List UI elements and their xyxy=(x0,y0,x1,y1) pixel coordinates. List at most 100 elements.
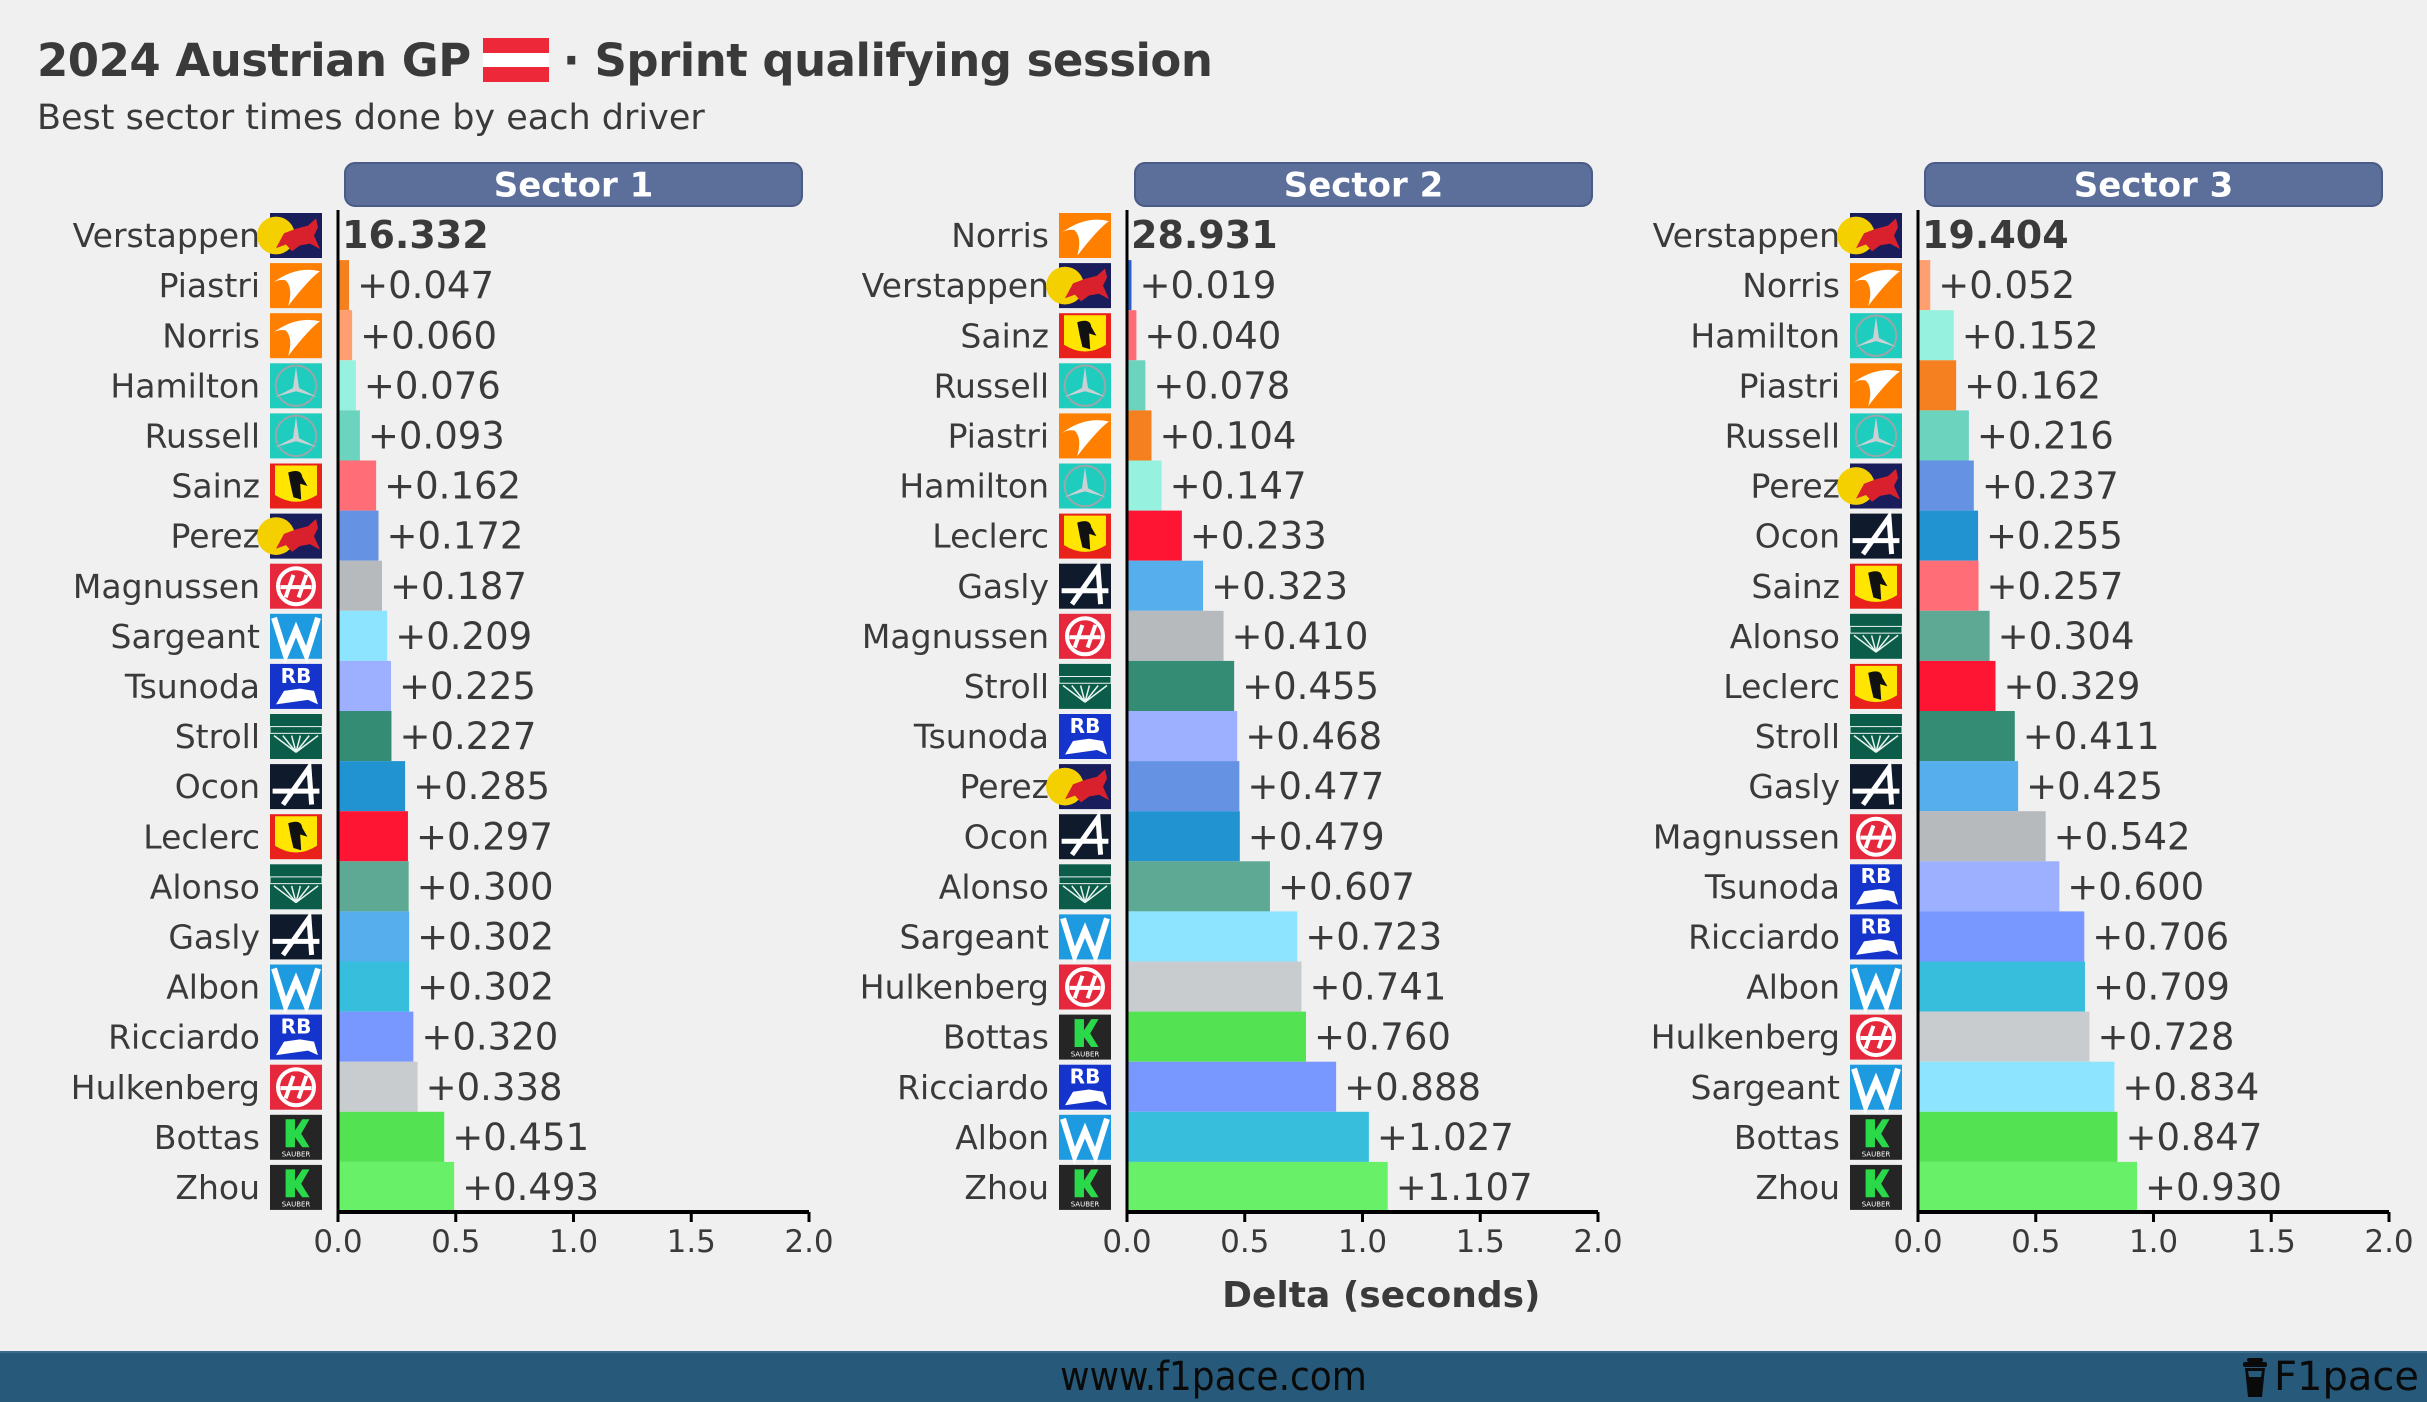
mclaren-logo-icon xyxy=(1850,263,1902,309)
bar-ricciardo xyxy=(338,1011,414,1062)
rb-logo-icon: RB xyxy=(1059,714,1111,759)
bar-piastri xyxy=(338,260,350,311)
bar-alonso xyxy=(338,861,409,912)
driver-label: Perez xyxy=(1751,467,1841,506)
svg-text:RB: RB xyxy=(281,664,312,688)
delta-label: +0.060 xyxy=(360,314,497,357)
rb-logo-icon: RB xyxy=(1850,864,1902,910)
driver-label: Leclerc xyxy=(143,817,260,856)
ferrari-logo-icon xyxy=(1850,663,1902,709)
aston-martin-logo-icon xyxy=(1058,663,1112,709)
bar-tsunoda xyxy=(1127,711,1238,762)
rb-logo-icon: RB xyxy=(270,1015,322,1060)
best-time-label: 28.931 xyxy=(1131,213,1278,257)
driver-label: Russell xyxy=(145,416,260,455)
driver-label: Tsunoda xyxy=(124,667,260,706)
bar-sargeant xyxy=(1127,911,1298,962)
x-tick-label: 1.5 xyxy=(1456,1224,1505,1260)
driver-label: Albon xyxy=(955,1118,1049,1157)
mclaren-logo-icon xyxy=(270,263,322,309)
kick-sauber-logo-icon: SAUBER xyxy=(270,1164,322,1210)
rb-logo-icon: RB xyxy=(1059,1065,1111,1110)
williams-logo-icon xyxy=(270,964,322,1015)
driver-label: Albon xyxy=(166,968,260,1007)
delta-label: +0.302 xyxy=(417,966,554,1009)
bar-alonso xyxy=(1127,861,1270,912)
sector-panel-2: Sector 2 Norris 28.931 Verstappen +0.019 Sain… xyxy=(860,162,1623,1316)
svg-text:SAUBER: SAUBER xyxy=(282,1151,311,1159)
bar-albon xyxy=(1918,961,2085,1012)
x-tick-label: 1.5 xyxy=(667,1224,716,1260)
delta-label: +0.052 xyxy=(1938,264,2075,307)
alpine-logo-icon xyxy=(1059,810,1111,860)
delta-label: +0.147 xyxy=(1170,465,1307,508)
driver-label: Alonso xyxy=(1730,617,1840,656)
driver-label: Zhou xyxy=(175,1168,260,1207)
bar-russell xyxy=(1918,410,1969,461)
footer-brand: F1pace xyxy=(2240,1353,2419,1402)
bar-hulkenberg xyxy=(338,1061,418,1112)
red-bull-logo-icon xyxy=(1046,263,1111,309)
driver-label: Sainz xyxy=(171,467,260,506)
coffee-cup-icon xyxy=(2243,1357,2268,1397)
delta-label: +0.542 xyxy=(2054,815,2191,858)
delta-label: +0.302 xyxy=(417,915,554,958)
delta-label: +0.493 xyxy=(462,1166,599,1209)
x-tick-label: 0.5 xyxy=(431,1224,480,1260)
delta-label: +0.741 xyxy=(1310,966,1447,1009)
delta-label: +0.227 xyxy=(399,715,536,758)
aston-martin-logo-icon xyxy=(1058,864,1112,910)
bar-leclerc xyxy=(1918,660,1996,711)
bar-bottas xyxy=(1918,1111,2118,1162)
delta-label: +0.255 xyxy=(1986,515,2123,558)
bar-hulkenberg xyxy=(1127,961,1302,1012)
alpine-logo-icon xyxy=(1850,510,1902,559)
sector-charts: Sector 1 Verstappen 16.332 Piastri +0.047 Nor… xyxy=(71,162,2414,1316)
driver-label: Russell xyxy=(934,366,1049,405)
driver-label: Ricciardo xyxy=(108,1018,260,1057)
driver-label: Norris xyxy=(162,316,260,355)
driver-label: Ocon xyxy=(1755,517,1840,556)
svg-text:RB: RB xyxy=(1861,864,1892,888)
ferrari-logo-icon xyxy=(1059,513,1111,559)
driver-label: Ocon xyxy=(964,817,1049,856)
haas-logo-icon xyxy=(270,563,322,609)
ferrari-logo-icon xyxy=(270,463,322,509)
driver-label: Bottas xyxy=(1734,1118,1840,1157)
alpine-logo-icon xyxy=(1850,760,1902,810)
driver-label: Sainz xyxy=(1751,567,1840,606)
driver-label: Albon xyxy=(1746,968,1840,1007)
x-tick-label: 0.5 xyxy=(2011,1224,2060,1260)
bar-sargeant xyxy=(338,610,388,661)
best-time-label: 16.332 xyxy=(342,213,489,257)
driver-label: Leclerc xyxy=(1723,667,1840,706)
footer-url[interactable]: www.f1pace.com xyxy=(0,1353,2427,1402)
aston-martin-logo-icon xyxy=(269,864,323,910)
haas-logo-icon xyxy=(1059,964,1111,1010)
svg-text:SAUBER: SAUBER xyxy=(1071,1201,1100,1209)
driver-label: Leclerc xyxy=(932,517,1049,556)
driver-label: Hamilton xyxy=(899,467,1049,506)
bar-norris xyxy=(338,310,353,361)
mercedes-logo-icon xyxy=(1059,463,1111,509)
mclaren-logo-icon xyxy=(1059,213,1111,258)
bar-piastri xyxy=(1918,360,1957,411)
delta-label: +0.104 xyxy=(1159,414,1296,457)
svg-text:RB: RB xyxy=(281,1015,312,1039)
bar-magnussen xyxy=(1918,811,2046,862)
bar-perez xyxy=(338,510,379,561)
x-tick-label: 0.0 xyxy=(313,1224,362,1260)
svg-text:RB: RB xyxy=(1070,714,1101,738)
mclaren-logo-icon xyxy=(1850,363,1902,409)
bar-gasly xyxy=(338,911,410,962)
delta-label: +0.187 xyxy=(390,565,527,608)
bar-gasly xyxy=(1127,560,1204,611)
driver-label: Hulkenberg xyxy=(860,968,1049,1007)
williams-logo-icon xyxy=(1059,1114,1111,1165)
alpine-logo-icon xyxy=(270,910,322,960)
delta-label: +1.107 xyxy=(1396,1166,1533,1209)
sector-panel-3: Sector 3 Verstappen 19.404 Norris +0.052 Hami… xyxy=(1651,162,2414,1260)
bar-zhou xyxy=(1918,1161,2138,1212)
delta-label: +0.600 xyxy=(2067,865,2204,908)
driver-label: Zhou xyxy=(1755,1168,1840,1207)
